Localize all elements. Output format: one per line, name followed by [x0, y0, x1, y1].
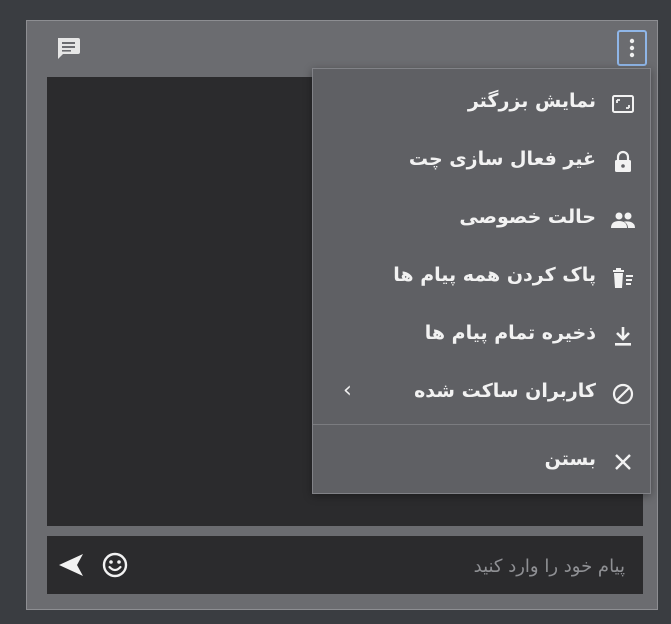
menu-item-label: غیر فعال سازی چت — [408, 148, 596, 170]
menu-item-clear-all[interactable]: پاک کردن همه پیام ها — [313, 249, 650, 307]
menu-item-save-all[interactable]: ذخیره تمام پیام ها — [313, 307, 650, 365]
kebab-icon — [629, 38, 635, 58]
chat-widget-frame: نمایش بزرگتر غیر فعال سازی چت — [0, 0, 671, 624]
menu-item-muted-users[interactable]: کاربران ساکت شده ‹ — [313, 365, 650, 423]
message-composer — [47, 536, 643, 594]
send-icon — [59, 554, 83, 576]
chat-icon[interactable] — [54, 35, 82, 61]
menu-item-label: ذخیره تمام پیام ها — [424, 322, 596, 344]
menu-item-close[interactable]: بستن — [313, 433, 650, 491]
lock-icon — [608, 147, 638, 177]
fullscreen-icon — [608, 89, 638, 119]
menu-item-label: نمایش بزرگتر — [467, 90, 596, 112]
menu-item-label: حالت خصوصی — [459, 206, 596, 228]
download-icon — [608, 321, 638, 351]
close-icon — [608, 447, 638, 477]
options-menu: نمایش بزرگتر غیر فعال سازی چت حالت خصوصی… — [312, 68, 651, 494]
menu-item-fullscreen[interactable]: نمایش بزرگتر — [313, 75, 650, 133]
clear-all-icon — [608, 263, 638, 293]
send-button[interactable] — [57, 550, 87, 580]
menu-item-disable-chat[interactable]: غیر فعال سازی چت — [313, 133, 650, 191]
people-icon — [608, 205, 638, 235]
menu-divider — [313, 424, 650, 425]
emoji-button[interactable] — [99, 549, 131, 581]
menu-item-private-mode[interactable]: حالت خصوصی — [313, 191, 650, 249]
chevron-left-icon: ‹ — [343, 378, 352, 403]
menu-item-label: بستن — [544, 448, 596, 470]
smiley-icon — [102, 552, 128, 578]
block-icon — [608, 379, 638, 409]
chat-icon-svg — [58, 38, 80, 59]
menu-item-label: کاربران ساکت شده — [414, 380, 596, 402]
message-input[interactable] — [153, 546, 627, 586]
menu-item-label: پاک کردن همه پیام ها — [393, 264, 596, 286]
more-options-button[interactable] — [617, 30, 647, 66]
